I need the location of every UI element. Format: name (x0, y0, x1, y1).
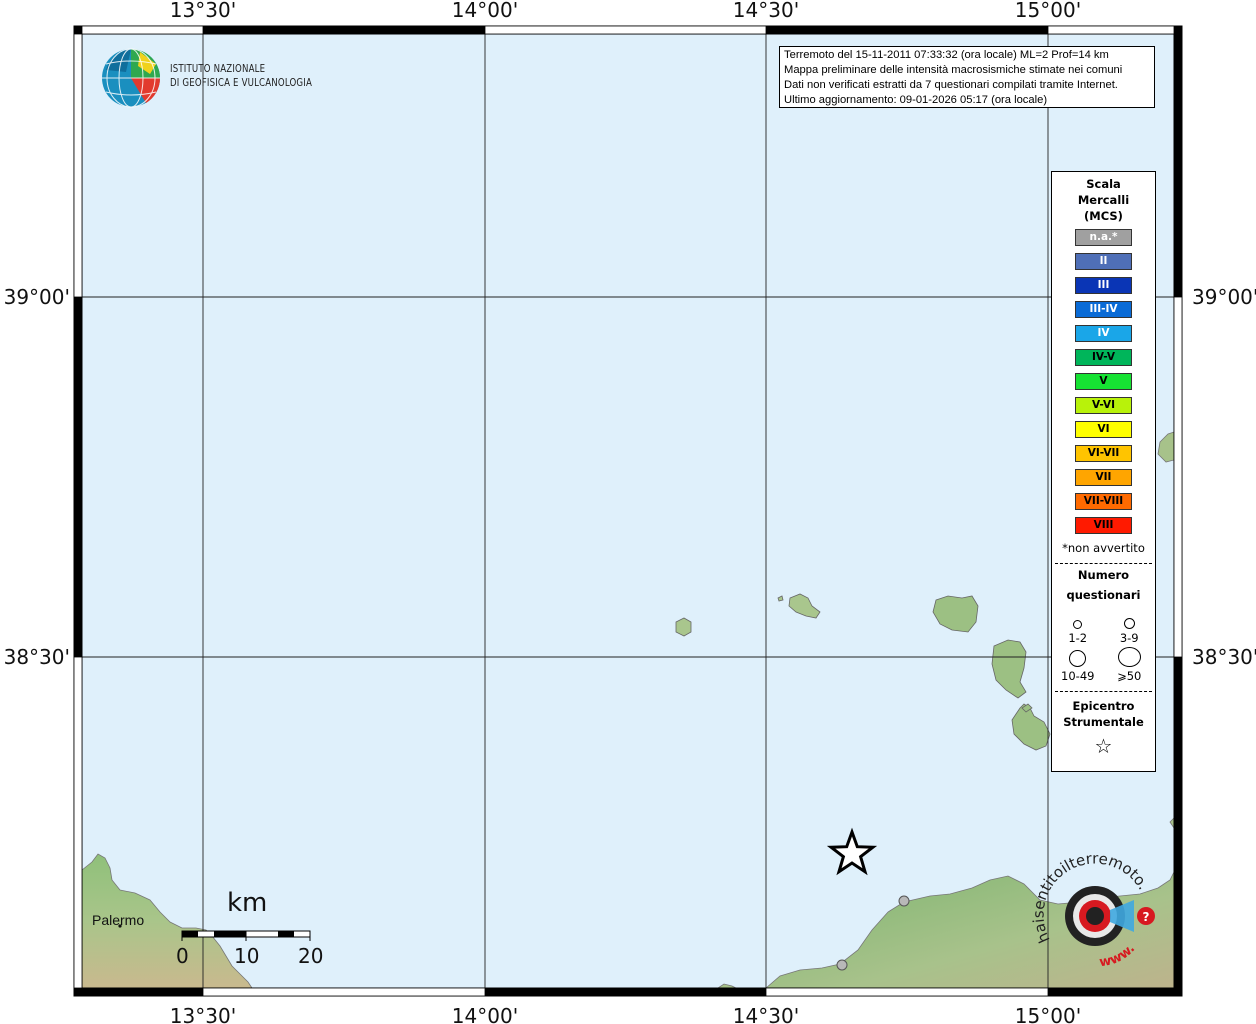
legend-footnote: *non avvertito (1062, 541, 1145, 555)
scale-bar-tick-label: 0 (176, 944, 189, 968)
mcs-swatch: VI (1075, 421, 1132, 438)
circle-icon (1123, 618, 1135, 629)
questionnaire-size-label: 1-2 (1068, 631, 1088, 645)
star-icon: ☆ (1094, 734, 1113, 758)
event-info-line: Terremoto del 15-11-2011 07:33:32 (ora l… (784, 49, 1109, 61)
mcs-swatch: IV (1075, 325, 1132, 342)
questionnaire-size-label: 10-49 (1061, 669, 1095, 683)
scale-bar-unit: km (227, 888, 268, 918)
lat-label-left: 39°00' (4, 285, 70, 309)
lon-label-top: 14°30' (733, 0, 799, 22)
questionnaire-size-item: 3-9 (1104, 609, 1156, 645)
legend-divider (1055, 691, 1152, 692)
svg-text:?: ? (1143, 910, 1150, 924)
lat-label-right: 39°00' (1192, 285, 1256, 309)
questionnaire-title: Numero questionari (1052, 565, 1155, 605)
ingv-logo-line: DI GEOFISICA E VULCANOLOGIA (170, 77, 313, 89)
questionnaire-size-item: ⩾50 (1104, 647, 1156, 683)
ingv-logo-text: ISTITUTO NAZIONALE DI GEOFISICA E VULCAN… (170, 62, 312, 90)
lon-label-bottom: 14°00' (452, 1004, 518, 1024)
mcs-swatch: III (1075, 277, 1132, 294)
event-info-line: Mappa preliminare delle intensità macros… (784, 64, 1123, 76)
epicenter-title-line: Epicentro (1072, 699, 1135, 713)
event-info-line: Ultimo aggiornamento: 09-01-2026 05:17 (… (784, 94, 1048, 106)
ingv-logo-line: ISTITUTO NAZIONALE (170, 63, 266, 75)
event-info-box: Terremoto del 15-11-2011 07:33:32 (ora l… (779, 46, 1155, 108)
legend-divider (1055, 563, 1152, 564)
epicenter-title-line: Strumentale (1063, 715, 1144, 729)
mcs-swatch: IV-V (1075, 349, 1132, 366)
lat-label-right: 38°30' (1192, 645, 1256, 669)
mcs-swatch: VI-VII (1075, 445, 1132, 462)
scale-bar-tick-label: 10 (234, 944, 260, 968)
mcs-swatch: V-VI (1075, 397, 1132, 414)
legend-title-line: (MCS) (1084, 209, 1123, 223)
questionnaire-size-grid: 1-2 3-9 10-49 ⩾50 (1052, 609, 1155, 683)
lon-label-bottom: 14°30' (733, 1004, 799, 1024)
mcs-swatch: n.a.* (1075, 229, 1132, 246)
circle-icon (1073, 620, 1083, 629)
locality-marker[interactable] (836, 959, 848, 971)
island-alicudi (675, 617, 692, 637)
mcs-swatch: VII (1075, 469, 1132, 486)
ingv-globe-logo (102, 48, 161, 108)
place-label-palermo: Palermo (92, 912, 145, 928)
mcs-scale-list: n.a.* II III III-IV IV IV-V V V-VI VI VI-VII VII VI… (1052, 229, 1155, 534)
mcs-swatch: II (1075, 253, 1132, 270)
epicenter-title: Epicentro Strumentale (1052, 698, 1155, 730)
questionnaire-size-label: 3-9 (1119, 631, 1139, 645)
questionnaire-title-line: Numero (1077, 568, 1130, 582)
mcs-swatch: V (1075, 373, 1132, 390)
lon-label-bottom: 15°00' (1015, 1004, 1081, 1024)
circle-icon (1069, 650, 1087, 667)
lon-label-bottom: 13°30' (170, 1004, 236, 1024)
legend-title: Scala Mercalli (MCS) (1052, 176, 1155, 224)
lon-label-top: 13°30' (170, 0, 236, 22)
circle-icon (1117, 647, 1141, 667)
event-info-line: Dati non verificati estratti da 7 questi… (784, 79, 1118, 91)
lon-label-top: 14°00' (452, 0, 518, 22)
lat-label-left: 38°30' (4, 645, 70, 669)
mcs-swatch: III-IV (1075, 301, 1132, 318)
legend-title-line: Mercalli (1077, 193, 1130, 207)
mcs-legend: Scala Mercalli (MCS) n.a.* II III III-IV IV I… (1051, 171, 1156, 772)
questionnaire-title-line: questionari (1066, 588, 1141, 602)
questionnaire-size-item: 10-49 (1052, 647, 1104, 683)
locality-marker[interactable] (898, 895, 910, 907)
questionnaire-size-label: ⩾50 (1117, 669, 1142, 683)
lon-label-top: 15°00' (1015, 0, 1081, 22)
mcs-swatch: VII-VIII (1075, 493, 1132, 510)
questionnaire-size-item: 1-2 (1052, 609, 1104, 645)
scale-bar-tick-label: 20 (298, 944, 324, 968)
mcs-swatch: VIII (1075, 517, 1132, 534)
legend-title-line: Scala (1086, 177, 1121, 191)
sea-area (82, 34, 1174, 988)
